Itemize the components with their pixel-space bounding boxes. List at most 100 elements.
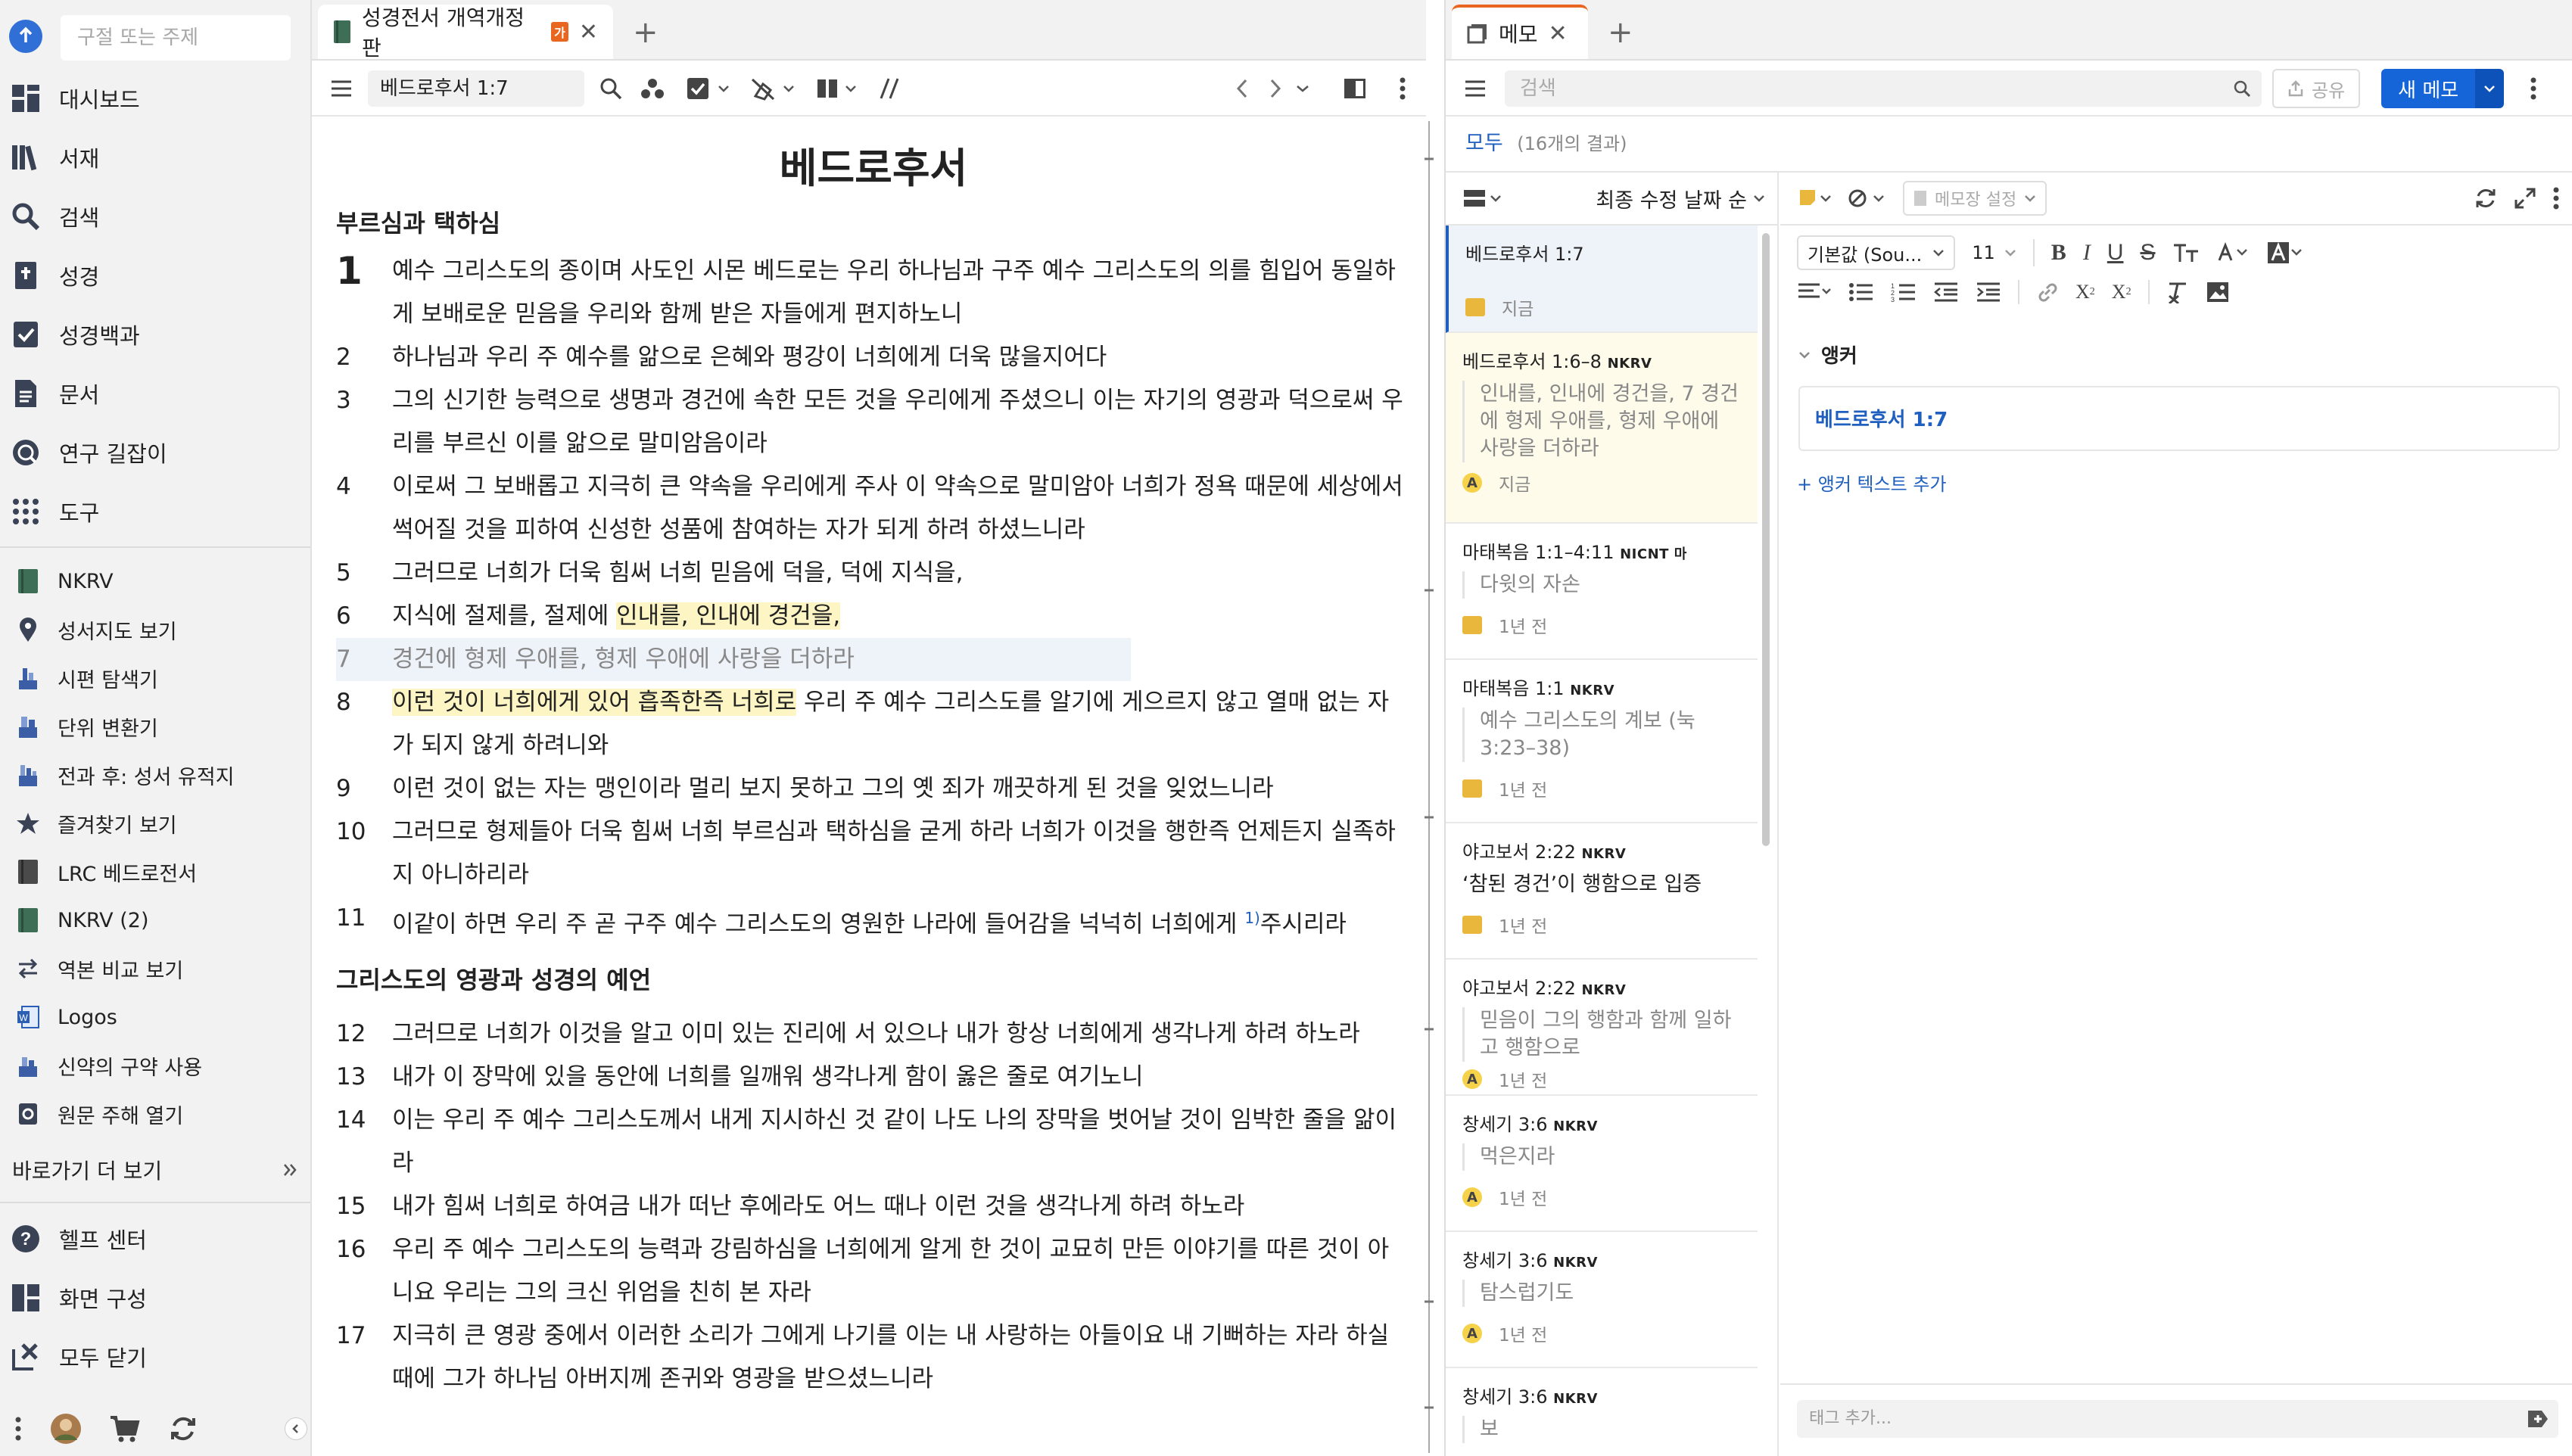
- sort-dropdown[interactable]: 최종 수정 날짜 순: [1596, 184, 1765, 213]
- font-color-icon[interactable]: [2216, 242, 2250, 263]
- underline-icon[interactable]: U: [2107, 240, 2124, 266]
- note-item[interactable]: 야고보서 2:22 NKRV ‘참된 경건’이 행함으로 입증 1년 전: [1446, 823, 1758, 960]
- sidebar-item-close-all[interactable]: 모두 닫기: [0, 1333, 310, 1381]
- notebook-dropdown[interactable]: 메모장 설정: [1903, 181, 2047, 216]
- chevron-right-icon[interactable]: [1269, 77, 1282, 100]
- verse[interactable]: 11 이같이 하면 우리 주 곧 구주 예수 그리스도의 영원한 나라에 들어감을…: [336, 897, 1411, 946]
- verse[interactable]: 3 그의 신기한 능력으로 생명과 경건에 속한 모든 것을 우리에게 주셨으니 …: [336, 379, 1411, 465]
- sidebar-item-tools[interactable]: 도구: [0, 487, 310, 536]
- anchor-reference[interactable]: 베드로후서 1:7: [1798, 386, 2560, 451]
- shortcut-compare[interactable]: 역본 비교 보기: [0, 946, 310, 991]
- shortcut-psalm-explorer[interactable]: 시편 탐색기: [0, 655, 310, 701]
- highlighted-text[interactable]: 인내를, 인내에 경건을,: [616, 602, 841, 630]
- tag-input[interactable]: 태그 추가...: [1797, 1400, 2558, 1438]
- anchor-section-toggle[interactable]: 앵커: [1798, 341, 1857, 369]
- note-style-dropdown[interactable]: [1798, 188, 1832, 208]
- shortcut-lrc-2peter[interactable]: LRC 베드로전서: [0, 849, 310, 894]
- hamburger-menu-icon[interactable]: [1464, 79, 1487, 98]
- verse[interactable]: 2 하나님과 우리 주 예수를 앎으로 은혜와 평강이 너희에게 더욱 많을지어다: [336, 336, 1411, 379]
- shortcut-nkrv-2[interactable]: NKRV (2): [0, 898, 310, 943]
- search-icon[interactable]: [599, 77, 622, 100]
- note-item[interactable]: 창세기 3:6 NKRV 먹은지라 A 1년 전: [1446, 1096, 1758, 1232]
- note-item[interactable]: 창세기 3:6 NKRV 보: [1446, 1368, 1758, 1456]
- sync-icon[interactable]: [168, 1414, 198, 1444]
- close-tab-button[interactable]: ✕: [579, 19, 598, 45]
- note-item[interactable]: 베드로후서 1:6–8 NKRV 인내를, 인내에 경건을, 7 경건에 형제 …: [1446, 333, 1758, 524]
- verse[interactable]: 5 그러므로 너희가 더욱 힘써 너희 믿음에 덕을, 덕에 지식을,: [336, 552, 1411, 595]
- notes-search-input[interactable]: 검색: [1505, 70, 2262, 107]
- close-tab-button[interactable]: ✕: [1549, 20, 1568, 47]
- numbered-list-icon[interactable]: 123: [1891, 282, 1917, 303]
- sidebar-item-layouts[interactable]: 화면 구성: [0, 1274, 310, 1322]
- refresh-icon[interactable]: [2474, 186, 2498, 210]
- parallel-resources-icon[interactable]: [640, 77, 665, 100]
- sidebar-item-documents[interactable]: 문서: [0, 369, 310, 418]
- add-tab-button[interactable]: +: [633, 15, 659, 50]
- image-icon[interactable]: [2206, 281, 2230, 303]
- shortcut-exegetical[interactable]: 원문 주해 열기: [0, 1091, 310, 1137]
- sidebar-search-input[interactable]: 구절 또는 주제: [61, 15, 291, 61]
- more-vertical-icon[interactable]: [2530, 77, 2537, 100]
- note-item[interactable]: 야고보서 2:22 NKRV 믿음이 그의 행함과 함께 일하고 행함으로 A1…: [1446, 960, 1758, 1096]
- bible-scrollbar[interactable]: [1423, 121, 1435, 1453]
- shortcut-logos[interactable]: W Logos: [0, 994, 310, 1040]
- indent-icon[interactable]: [1976, 282, 2001, 303]
- cart-icon[interactable]: [109, 1414, 141, 1443]
- verse[interactable]: 8 이런 것이 너희에게 있어 흡족한즉 너희로 우리 주 예수 그리스도를 알기…: [336, 681, 1411, 767]
- clear-formatting-icon[interactable]: [2166, 281, 2189, 303]
- filter-all[interactable]: 모두: [1465, 132, 1503, 155]
- shortcut-atlas[interactable]: 성서지도 보기: [0, 607, 310, 652]
- collapse-sidebar-icon[interactable]: [285, 1417, 307, 1440]
- add-tag-icon[interactable]: [2527, 1409, 2549, 1429]
- chevron-down-icon[interactable]: [845, 84, 857, 93]
- tab-bible[interactable]: 성경전서 개역개정판 가 ✕: [318, 5, 613, 61]
- visual-filter-icon[interactable]: [686, 76, 710, 101]
- note-item-selected[interactable]: 베드로후서 1:7 지금: [1446, 226, 1758, 333]
- link-icon[interactable]: [2036, 281, 2059, 303]
- verse[interactable]: 12 그러므로 너희가 이것을 알고 이미 있는 진리에 서 있으나 내가 항상 …: [336, 1013, 1411, 1056]
- sidebar-item-dashboard[interactable]: 대시보드: [0, 74, 310, 123]
- font-size-dropdown[interactable]: 11: [1972, 242, 2016, 263]
- more-vertical-icon[interactable]: [1399, 77, 1406, 100]
- more-vertical-icon[interactable]: [14, 1415, 23, 1442]
- sync-link-icon[interactable]: [878, 77, 901, 100]
- avatar[interactable]: [50, 1413, 82, 1445]
- verse[interactable]: 17 지극히 큰 영광 중에서 이러한 소리가 그에게 나기를 이는 내 사랑하는…: [336, 1314, 1411, 1401]
- notes-list-scrollbar[interactable]: [1762, 233, 1770, 846]
- highlight-color-icon[interactable]: [2266, 241, 2303, 265]
- highlighted-text[interactable]: 이런 것이 너희에게 있어 흡족한즉 너희로: [392, 689, 797, 716]
- text-transform-icon[interactable]: [2172, 242, 2200, 263]
- note-item[interactable]: 마태복음 1:1 NKRV 예수 그리스도의 계보 (눅 3:23–38) 1년…: [1446, 660, 1758, 823]
- highlighter-off-icon[interactable]: [751, 76, 777, 101]
- sidebar-item-library[interactable]: 서재: [0, 133, 310, 182]
- footnote-marker[interactable]: 1): [1244, 909, 1260, 927]
- more-vertical-icon[interactable]: [2552, 187, 2560, 210]
- add-anchor-text-link[interactable]: + 앵커 텍스트 추가: [1797, 469, 1947, 496]
- reference-box[interactable]: 베드로후서 1:7: [368, 70, 584, 107]
- new-note-button[interactable]: 새 메모: [2381, 69, 2476, 108]
- columns-icon[interactable]: [816, 78, 839, 99]
- bold-icon[interactable]: B: [2051, 240, 2066, 266]
- note-item[interactable]: 마태복음 1:1–4:11 NICNT 마 다윗의 자손 1년 전: [1446, 524, 1758, 660]
- subscript-icon[interactable]: X2: [2075, 281, 2095, 303]
- verse[interactable]: 13 내가 이 장막에 있을 동안에 너희를 일깨워 생각나게 함이 옳은 줄로 …: [336, 1056, 1411, 1099]
- sidebar-item-search[interactable]: 검색: [0, 192, 310, 241]
- shortcut-ot-in-nt[interactable]: 신약의 구약 사용: [0, 1043, 310, 1088]
- split-panel-icon[interactable]: [1343, 77, 1367, 100]
- sidebar-item-help[interactable]: ? 헬프 센터: [0, 1215, 310, 1263]
- sidebar-item-guides[interactable]: 연구 길잡이: [0, 428, 310, 477]
- align-dropdown-icon[interactable]: [1797, 282, 1832, 303]
- shortcut-unit-converter[interactable]: 단위 변환기: [0, 704, 310, 749]
- shortcut-nkrv[interactable]: NKRV: [0, 558, 310, 604]
- bullet-list-icon[interactable]: [1848, 282, 1874, 303]
- verse[interactable]: 6 지식에 절제를, 절제에 인내를, 인내에 경건을,: [336, 595, 1411, 638]
- chevron-down-icon[interactable]: [1296, 84, 1309, 93]
- note-item[interactable]: 창세기 3:6 NKRV 탐스럽기도 A 1년 전: [1446, 1232, 1758, 1368]
- hamburger-menu-icon[interactable]: [330, 79, 353, 98]
- verse[interactable]: 14 이는 우리 주 예수 그리스도께서 내게 지시하신 것 같이 나도 나의 장…: [336, 1099, 1411, 1185]
- add-tab-button[interactable]: +: [1608, 15, 1633, 50]
- verse[interactable]: 4 이로써 그 보배롭고 지극히 큰 약속을 우리에게 주사 이 약속으로 말미암…: [336, 465, 1411, 552]
- tab-notes[interactable]: 메모 ✕: [1452, 5, 1588, 59]
- verse[interactable]: 9 이런 것이 없는 자는 맹인이라 멀리 보지 못하고 그의 옛 죄가 깨끗하게…: [336, 767, 1411, 810]
- verse[interactable]: 15 내가 힘써 너희로 하여금 내가 떠난 후에라도 어느 때나 이런 것을 생…: [336, 1185, 1411, 1228]
